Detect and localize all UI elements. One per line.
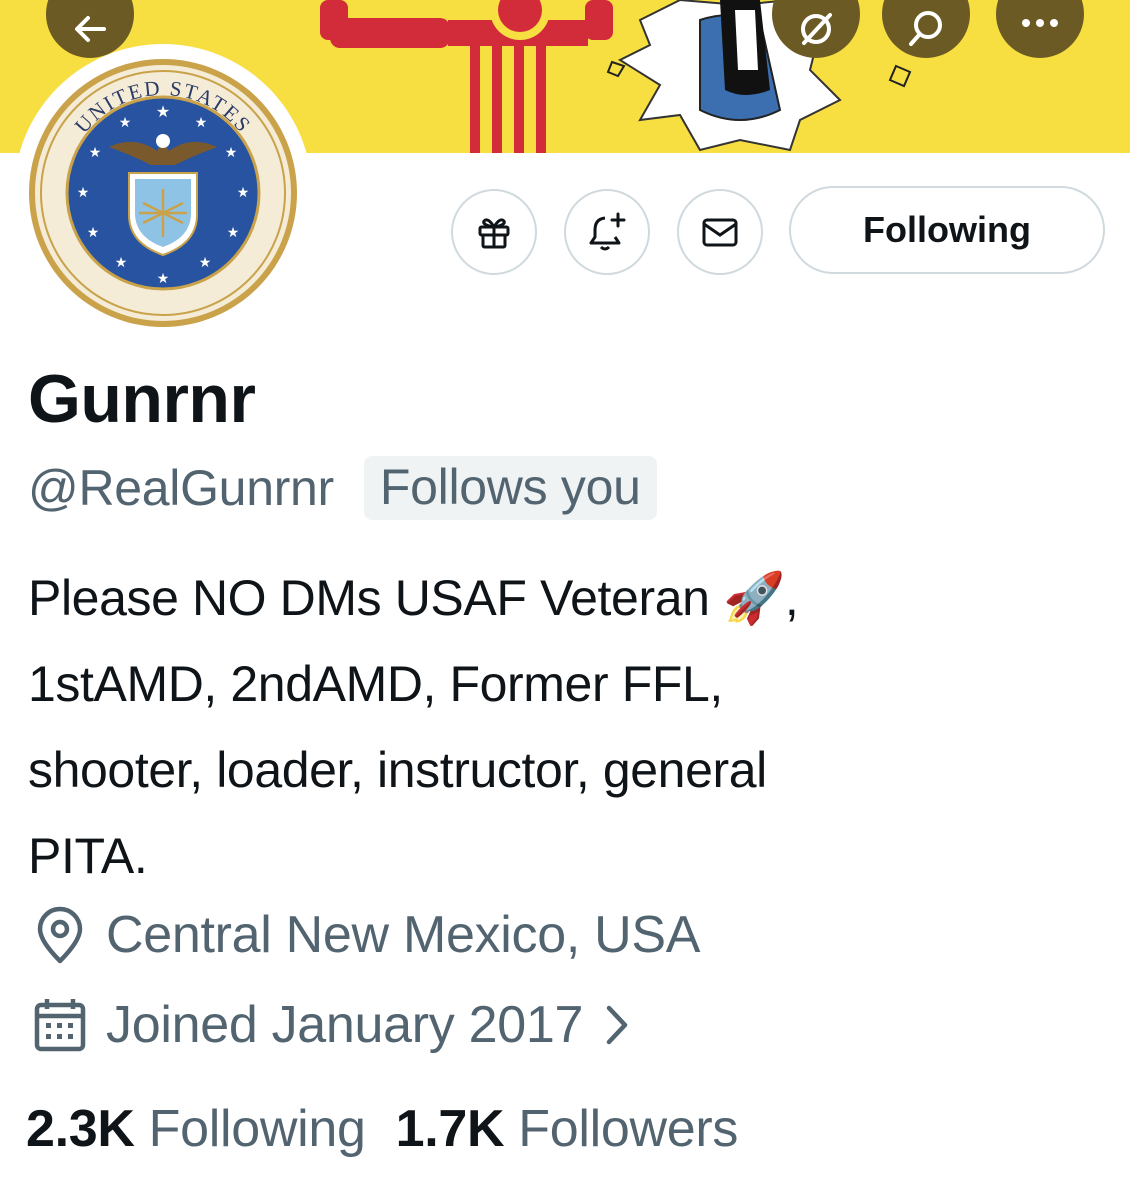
usaf-seal-logo: UNITED STATES AIR FORCE ★ ★ ★ ★ ★ ★ ★ ★ … xyxy=(29,59,297,327)
message-button[interactable] xyxy=(677,189,763,275)
arrow-left-icon xyxy=(75,16,106,42)
svg-text:★: ★ xyxy=(89,144,102,160)
handle-row: @RealGunrnr Follows you xyxy=(28,452,657,524)
search-icon xyxy=(909,11,942,46)
display-name: Gunrnr xyxy=(28,361,256,437)
stats-row: 2.3K Following 1.7K Followers xyxy=(26,1094,738,1164)
following-count: 2.3K xyxy=(26,1100,135,1158)
svg-text:★: ★ xyxy=(87,224,100,240)
bio: Please NO DMs USAF Veteran 🚀, 1stAMD, 2n… xyxy=(28,555,1028,899)
svg-text:★: ★ xyxy=(115,254,128,270)
bio-line: Please NO DMs USAF Veteran 🚀, xyxy=(28,570,799,626)
zia-symbol-icon xyxy=(320,0,613,153)
svg-text:★: ★ xyxy=(195,114,208,130)
svg-text:★: ★ xyxy=(157,270,170,286)
svg-text:★: ★ xyxy=(156,104,170,121)
svg-text:★: ★ xyxy=(225,144,238,160)
svg-text:★: ★ xyxy=(199,254,212,270)
following-label: Following xyxy=(148,1100,366,1158)
banner-burst xyxy=(606,0,912,152)
notifications-button[interactable] xyxy=(564,189,650,275)
avatar[interactable]: UNITED STATES AIR FORCE ★ ★ ★ ★ ★ ★ ★ ★ … xyxy=(14,44,312,342)
handle: @RealGunrnr xyxy=(28,460,334,516)
followers-stat[interactable]: 1.7K Followers xyxy=(395,1099,739,1159)
follows-you-badge: Follows you xyxy=(363,456,657,520)
followers-label: Followers xyxy=(518,1100,739,1158)
bio-line: shooter, loader, instructor, general xyxy=(28,742,767,798)
location-text: Central New Mexico, USA xyxy=(106,906,701,964)
bio-line: 1stAMD, 2ndAMD, Former FFL, xyxy=(28,656,723,712)
location-row: Central New Mexico, USA xyxy=(32,900,700,970)
location-pin-icon xyxy=(37,906,83,964)
subscribe-button[interactable] xyxy=(451,189,537,275)
following-button[interactable]: Following xyxy=(789,186,1105,274)
svg-text:★: ★ xyxy=(237,184,250,200)
svg-text:★: ★ xyxy=(227,224,240,240)
svg-text:★: ★ xyxy=(119,114,132,130)
bell-plus-icon xyxy=(589,212,626,251)
grok-icon xyxy=(801,13,832,45)
more-icon xyxy=(1022,19,1058,27)
envelope-icon xyxy=(702,218,738,247)
gift-icon xyxy=(478,218,510,249)
followers-count: 1.7K xyxy=(395,1100,505,1158)
svg-text:★: ★ xyxy=(77,184,90,200)
bio-line: PITA. xyxy=(28,828,148,884)
following-stat[interactable]: 2.3K Following xyxy=(26,1099,366,1159)
chevron-right-icon xyxy=(606,1005,628,1045)
joined-row[interactable]: Joined January 2017 xyxy=(32,990,653,1060)
calendar-icon xyxy=(34,999,86,1052)
joined-text: Joined January 2017 xyxy=(106,996,584,1054)
